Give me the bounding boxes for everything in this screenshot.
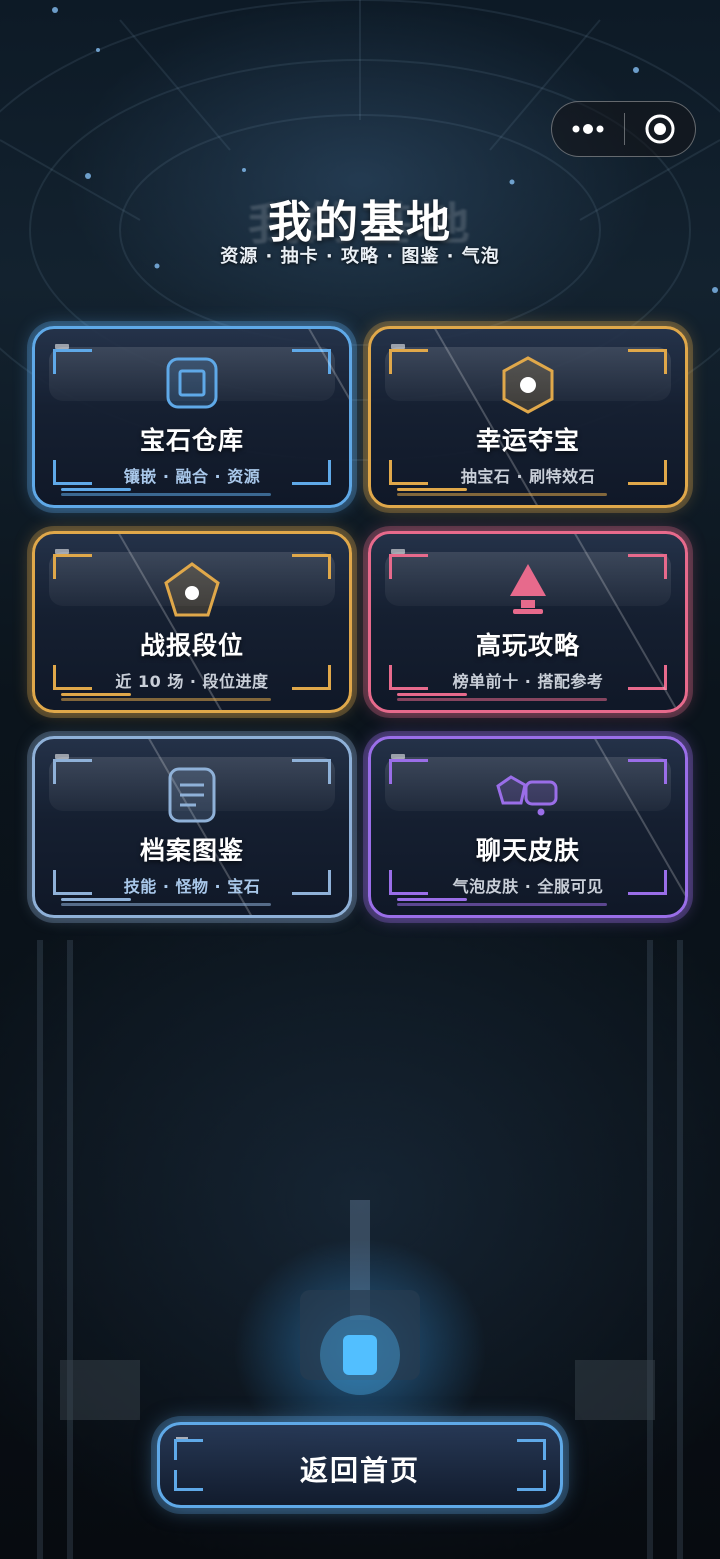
- card-title: 聊天皮肤: [475, 836, 580, 865]
- page-subtitle: 资源 · 抽卡 · 攻略 · 图鉴 · 气泡: [220, 246, 500, 267]
- card-pro-guide[interactable]: 高玩攻略 榜单前十 · 搭配参考: [368, 531, 688, 713]
- close-button[interactable]: [625, 102, 695, 156]
- card-title: 战报段位: [139, 631, 244, 660]
- miniprogram-capsule: [551, 101, 696, 157]
- card-title: 高玩攻略: [475, 631, 580, 660]
- card-chat-skin[interactable]: 聊天皮肤 气泡皮肤 · 全服可见: [368, 736, 688, 918]
- target-circle-icon: [645, 114, 675, 144]
- back-home-label: 返回首页: [299, 1454, 420, 1487]
- card-subtitle: 技能 · 怪物 · 宝石: [123, 877, 261, 896]
- card-title: 档案图鉴: [139, 836, 244, 865]
- card-subtitle: 抽宝石 · 刷特效石: [460, 467, 596, 486]
- triangle-pedestal-icon: [510, 564, 546, 614]
- card-battle-rank[interactable]: 战报段位 近 10 场 · 段位进度: [32, 531, 352, 713]
- hexagon-icon: [502, 356, 554, 414]
- square-icon: [166, 357, 218, 409]
- more-dots-icon: [572, 124, 604, 134]
- card-subtitle: 近 10 场 · 段位进度: [115, 672, 269, 691]
- pentagon-icon: [164, 562, 220, 617]
- card-lucky-treasure[interactable]: 幸运夺宝 抽宝石 · 刷特效石: [368, 326, 688, 508]
- more-button[interactable]: [552, 102, 624, 156]
- card-title: 幸运夺宝: [475, 426, 580, 455]
- card-archive-codex[interactable]: 档案图鉴 技能 · 怪物 · 宝石: [32, 736, 352, 918]
- card-subtitle: 气泡皮肤 · 全服可见: [452, 877, 604, 896]
- back-home-button[interactable]: 返回首页: [157, 1422, 563, 1508]
- page-title: 我的基地: [268, 197, 452, 248]
- card-gem-warehouse[interactable]: 宝石仓库 镶嵌 · 融合 · 资源: [32, 326, 352, 508]
- card-subtitle: 镶嵌 · 融合 · 资源: [123, 467, 261, 486]
- page-header: 我的基地 我的基地: [0, 186, 720, 250]
- card-subtitle: 榜单前十 · 搭配参考: [452, 672, 604, 691]
- document-icon: [168, 767, 216, 823]
- chat-bubble-icon: [496, 775, 558, 816]
- card-title: 宝石仓库: [139, 426, 244, 455]
